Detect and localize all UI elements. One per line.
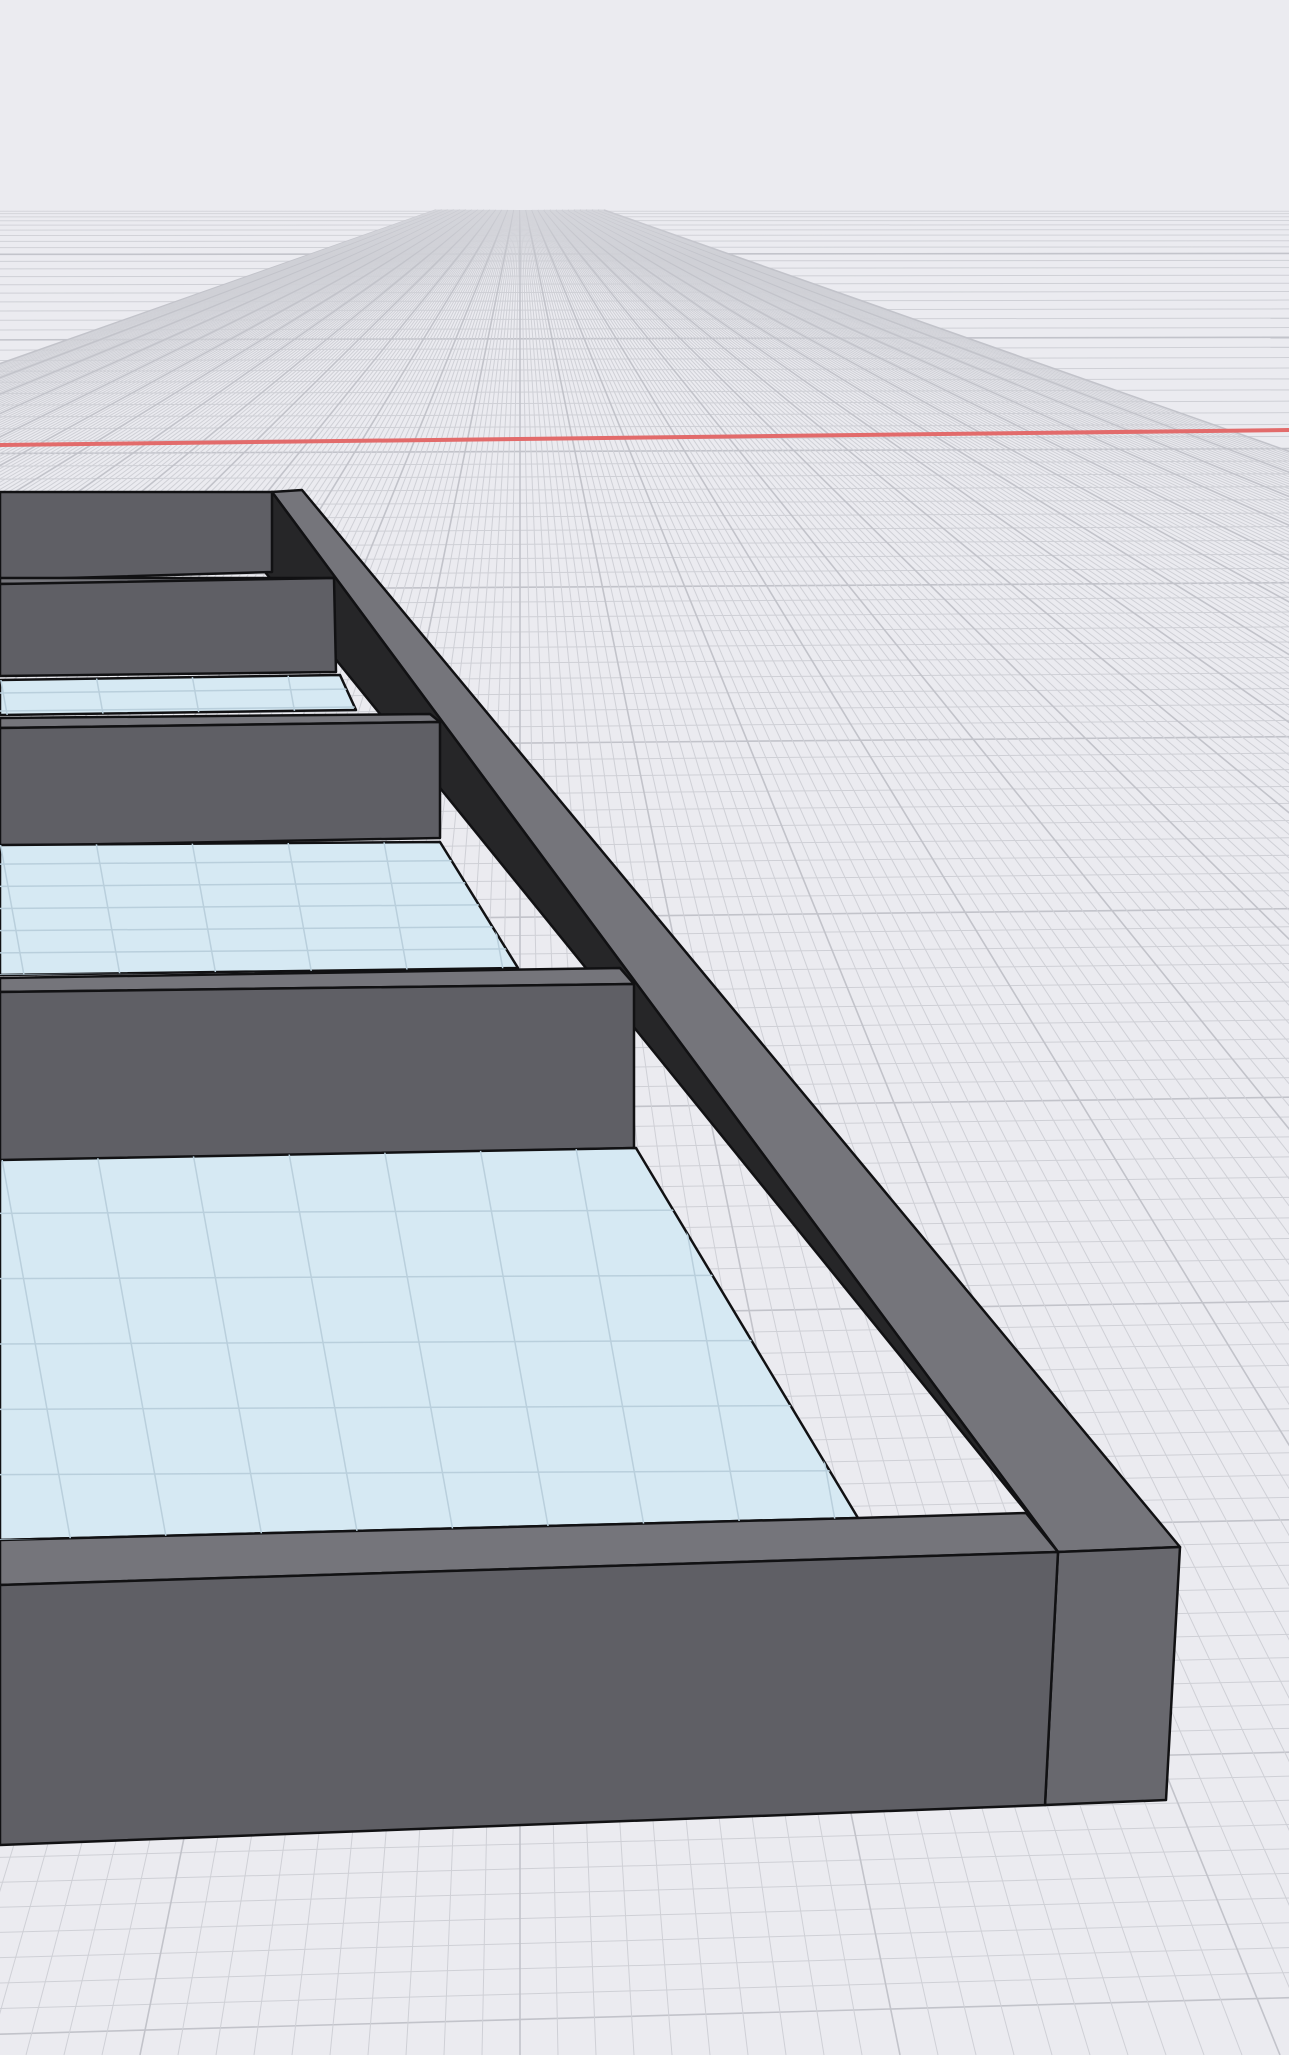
cross-member-3-front[interactable] [0, 720, 442, 848]
3d-scene-canvas[interactable] [0, 0, 1289, 2055]
3d-viewport[interactable] [0, 0, 1289, 2055]
grid-line-horizontal [0, 1897, 1289, 1933]
front-beam-front-face[interactable] [0, 1550, 1060, 1847]
cross-member-4-front[interactable] [0, 982, 636, 1164]
rail-end-face [1043, 1545, 1182, 1807]
cross-member-2-front[interactable] [0, 576, 338, 678]
horizon-fog [0, 0, 1289, 260]
grid-line-horizontal [0, 1872, 1289, 1908]
cross-member-1-front[interactable] [0, 490, 274, 582]
frame-model[interactable] [0, 488, 1182, 1847]
grid-line-horizontal [0, 1848, 1289, 1883]
